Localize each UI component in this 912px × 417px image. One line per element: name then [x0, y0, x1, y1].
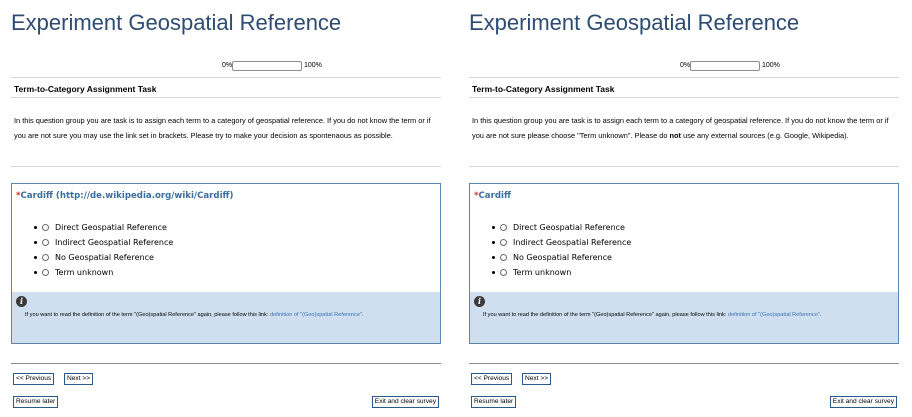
radio-button[interactable] [42, 254, 49, 261]
progress-bar [232, 61, 302, 71]
answer-label: Term unknown [513, 268, 572, 277]
bullet-icon [492, 271, 495, 274]
help-box: i If you want to read the definition of … [470, 292, 898, 343]
answer-label: Indirect Geospatial Reference [513, 238, 632, 247]
question-label: Cardiff [478, 191, 511, 201]
answer-list: Direct Geospatial Reference Indirect Geo… [492, 220, 631, 280]
progress-bar [690, 61, 760, 71]
next-button[interactable]: Next >> [64, 373, 94, 385]
question-group-description: In this question group you are task is t… [14, 116, 431, 140]
divider [11, 166, 441, 167]
bullet-icon [34, 226, 37, 229]
help-text-end: . [819, 312, 822, 318]
answer-option-none[interactable]: No Geospatial Reference [492, 250, 631, 265]
description-emphasis: not [669, 131, 682, 140]
next-button[interactable]: Next >> [522, 373, 552, 385]
help-text-body: If you want to read the definition of th… [483, 312, 728, 318]
divider [11, 97, 441, 98]
answer-label: Indirect Geospatial Reference [55, 238, 174, 247]
question-text: *Cardiff [474, 191, 511, 201]
answer-option-unknown[interactable]: Term unknown [492, 265, 631, 280]
definition-link[interactable]: definition of "(Geo)spatial Reference" [270, 312, 362, 318]
bullet-icon [492, 226, 495, 229]
divider [469, 166, 899, 167]
bullet-icon [492, 241, 495, 244]
description-text-end: use any external sources (e.g. Google, W… [681, 131, 849, 140]
bullet-icon [34, 241, 37, 244]
radio-button[interactable] [500, 239, 507, 246]
progress-indicator: 0% 100% [11, 60, 441, 72]
divider [11, 77, 441, 78]
question-group-title: Term-to-Category Assignment Task [14, 84, 157, 94]
help-text: If you want to read the definition of th… [13, 309, 437, 322]
answer-label: Term unknown [55, 268, 114, 277]
progress-min-label: 0% [222, 62, 233, 69]
bullet-icon [34, 271, 37, 274]
answer-option-indirect[interactable]: Indirect Geospatial Reference [492, 235, 631, 250]
divider [469, 363, 899, 364]
progress-max-label: 100% [304, 62, 322, 69]
question-group-title: Term-to-Category Assignment Task [472, 84, 615, 94]
divider [469, 97, 899, 98]
radio-button[interactable] [42, 224, 49, 231]
help-text-end: . [361, 312, 364, 318]
answer-label: Direct Geospatial Reference [513, 223, 625, 232]
radio-button[interactable] [42, 269, 49, 276]
page-title: Experiment Geospatial Reference [469, 10, 800, 35]
answer-option-none[interactable]: No Geospatial Reference [34, 250, 173, 265]
divider [11, 363, 441, 364]
exit-clear-survey-button[interactable]: Exit and clear survey [371, 396, 439, 408]
answer-option-unknown[interactable]: Term unknown [34, 265, 173, 280]
answer-option-direct[interactable]: Direct Geospatial Reference [492, 220, 631, 235]
radio-button[interactable] [500, 224, 507, 231]
answer-label: Direct Geospatial Reference [55, 223, 167, 232]
answer-label: No Geospatial Reference [513, 253, 612, 262]
radio-button[interactable] [42, 239, 49, 246]
resume-later-button[interactable]: Resume later [13, 396, 59, 408]
bullet-icon [34, 256, 37, 259]
progress-indicator: 0% 100% [469, 60, 899, 72]
progress-min-label: 0% [680, 62, 691, 69]
question-label: Cardiff (http://de.wikipedia.org/wiki/Ca… [20, 191, 234, 201]
previous-button[interactable]: << Previous [471, 373, 513, 385]
page-title: Experiment Geospatial Reference [11, 10, 342, 35]
help-text: If you want to read the definition of th… [471, 309, 895, 322]
exit-clear-survey-button[interactable]: Exit and clear survey [829, 396, 897, 408]
radio-button[interactable] [500, 269, 507, 276]
info-icon: i [474, 296, 485, 307]
bullet-icon [492, 256, 495, 259]
question-group-description: In this question group you are task is t… [472, 113, 897, 143]
help-text-body: If you want to read the definition of th… [25, 312, 270, 318]
divider [469, 77, 899, 78]
question-text: *Cardiff (http://de.wikipedia.org/wiki/C… [16, 191, 233, 201]
previous-button[interactable]: << Previous [13, 373, 55, 385]
answer-list: Direct Geospatial Reference Indirect Geo… [34, 220, 173, 280]
survey-panel-left: Experiment Geospatial Reference 0% 100% … [11, 0, 441, 417]
help-box: i If you want to read the definition of … [12, 292, 440, 343]
radio-button[interactable] [500, 254, 507, 261]
resume-later-button[interactable]: Resume later [471, 396, 517, 408]
progress-max-label: 100% [762, 62, 780, 69]
info-icon: i [16, 296, 27, 307]
answer-option-indirect[interactable]: Indirect Geospatial Reference [34, 235, 173, 250]
answer-label: No Geospatial Reference [55, 253, 154, 262]
question-box: *Cardiff (http://de.wikipedia.org/wiki/C… [11, 183, 441, 344]
answer-option-direct[interactable]: Direct Geospatial Reference [34, 220, 173, 235]
survey-panel-right: Experiment Geospatial Reference 0% 100% … [469, 0, 899, 417]
question-box: *Cardiff Direct Geospatial Reference Ind… [469, 183, 899, 344]
definition-link[interactable]: definition of "(Geo)spatial Reference" [728, 312, 820, 318]
